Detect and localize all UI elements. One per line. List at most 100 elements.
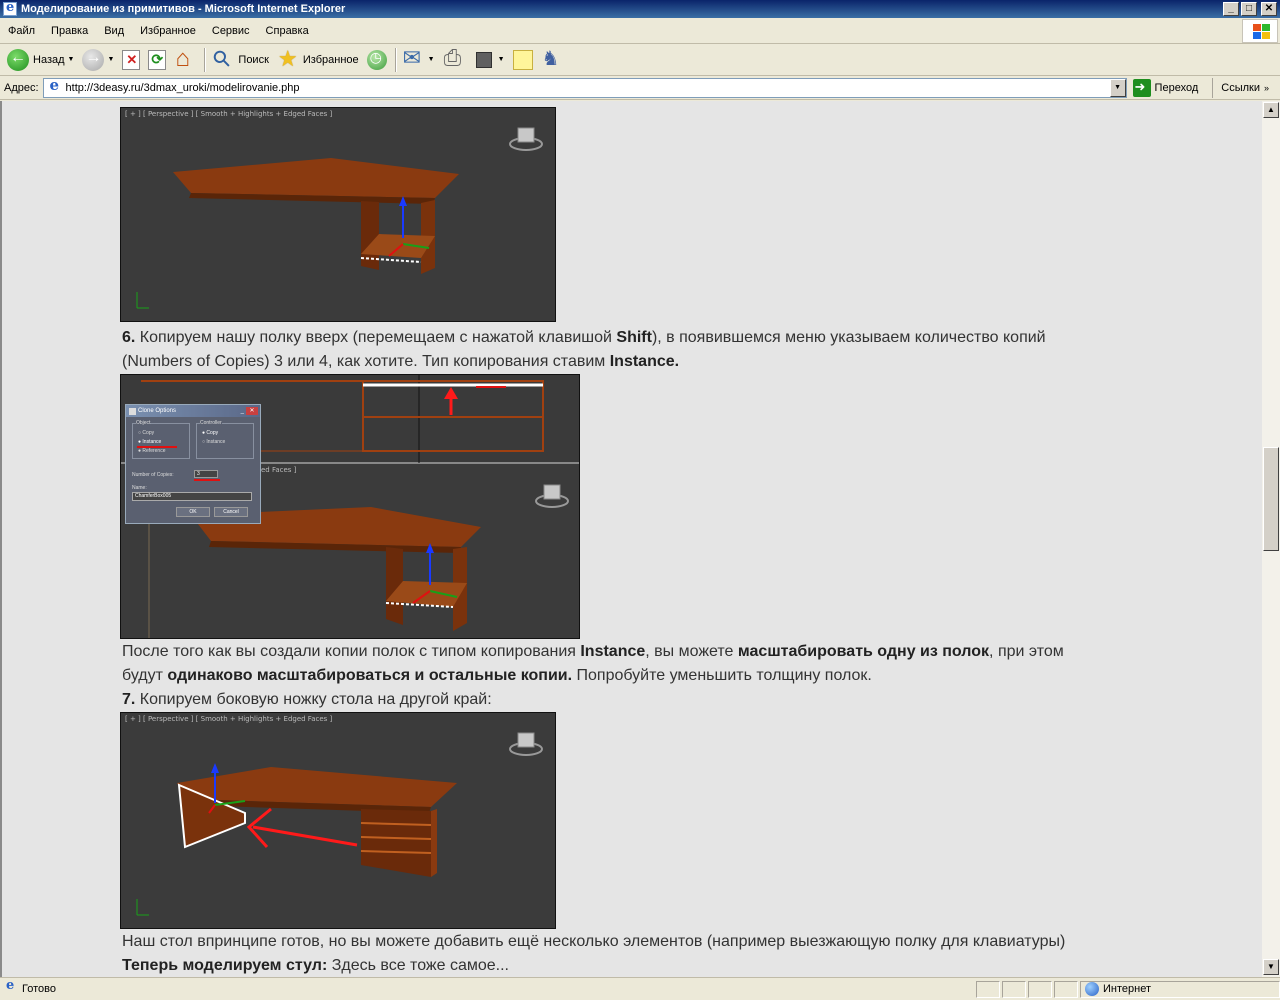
menu-edit[interactable]: Правка xyxy=(43,25,96,37)
opt-instance[interactable]: ● Instance xyxy=(138,439,161,445)
menu-view[interactable]: Вид xyxy=(96,25,132,37)
viewport-label-partial: ed Faces ] xyxy=(261,466,297,474)
stop-icon xyxy=(122,49,141,70)
after-bold-1: масштабировать одну из полок xyxy=(737,643,990,660)
refresh-button[interactable] xyxy=(145,47,169,73)
scroll-thumb[interactable] xyxy=(1263,447,1279,551)
viewcube-icon xyxy=(509,732,543,756)
discuss-button[interactable] xyxy=(510,47,536,73)
edit-button[interactable]: ▼ xyxy=(470,47,508,73)
messenger-button[interactable] xyxy=(538,46,566,73)
forward-button[interactable]: ▼ xyxy=(79,47,117,73)
screenshot-clone-options: ed Faces ] Clone Options _ ✕ Object ○ Co… xyxy=(120,374,580,639)
step6-instance: Instance. xyxy=(609,353,680,370)
step6-text-a: Копируем нашу полку вверх (перемещаем с … xyxy=(135,329,617,346)
close-button[interactable]: ✕ xyxy=(1261,2,1277,16)
step6-text-b: ), в появившемся меню указываем количест… xyxy=(651,329,1046,346)
zone-label: Интернет xyxy=(1103,983,1151,995)
forward-dropdown-icon[interactable]: ▼ xyxy=(107,56,114,63)
ctrl-instance[interactable]: ○ Instance xyxy=(202,439,225,445)
address-url[interactable]: http://3deasy.ru/3dmax_uroki/modelirovan… xyxy=(66,82,1110,94)
maximize-button[interactable]: □ xyxy=(1241,2,1257,16)
step6-line1: 6. Копируем нашу полку вверх (перемещаем… xyxy=(122,326,1046,350)
favorites-button[interactable]: Избранное xyxy=(274,46,362,73)
step6-shift: Shift xyxy=(616,329,652,346)
links-chevron-icon[interactable]: » xyxy=(1264,83,1269,93)
dialog-ok-button[interactable]: OK xyxy=(176,507,210,517)
mail-dropdown-icon[interactable]: ▼ xyxy=(428,56,435,63)
dialog-cancel-button[interactable]: Cancel xyxy=(214,507,248,517)
dialog-icon xyxy=(129,407,136,415)
chair-text: Здесь все тоже самое... xyxy=(327,957,509,974)
menu-help[interactable]: Справка xyxy=(258,25,317,37)
after-text-b: , вы можете xyxy=(645,643,738,660)
home-icon xyxy=(174,45,196,73)
name-field[interactable]: ChamferBox005 xyxy=(132,492,252,501)
object-group-label: Object xyxy=(136,420,151,426)
viewcube-icon xyxy=(509,127,543,151)
controller-group-label: Controller xyxy=(200,420,222,426)
step7-line: 7. Копируем боковую ножку стола на друго… xyxy=(122,688,492,712)
print-icon xyxy=(443,45,465,71)
print-button[interactable] xyxy=(440,45,468,73)
status-pane xyxy=(1028,980,1052,998)
copies-spinner[interactable]: 3 xyxy=(194,470,218,478)
vertical-scrollbar[interactable]: ▲ ▼ xyxy=(1262,101,1280,977)
ie-icon xyxy=(3,0,17,16)
refresh-icon xyxy=(148,49,167,70)
mail-button[interactable]: ▼ xyxy=(400,45,438,73)
windows-logo-icon xyxy=(1242,19,1278,43)
address-input[interactable]: http://3deasy.ru/3dmax_uroki/modelirovan… xyxy=(42,76,1127,98)
history-button[interactable] xyxy=(364,47,390,73)
back-arrow-icon xyxy=(7,48,29,71)
table-leg-render xyxy=(136,732,543,916)
note-icon xyxy=(512,49,533,70)
after-text-a: После того как вы создали копии полок с … xyxy=(122,643,581,660)
ctrl-copy[interactable]: ● Copy xyxy=(202,430,218,436)
copies-underline xyxy=(194,479,220,481)
object-group: Object ○ Copy ● Instance ● Reference xyxy=(132,420,190,459)
minimize-button[interactable]: _ xyxy=(1223,2,1239,16)
standard-toolbar: Назад ▼ ▼ Поиск Избранное ▼ ▼ xyxy=(0,44,1280,76)
forward-arrow-icon xyxy=(82,48,105,71)
back-dropdown-icon[interactable]: ▼ xyxy=(68,56,75,63)
back-button[interactable]: Назад ▼ xyxy=(4,47,77,73)
status-pane xyxy=(976,980,1000,998)
address-label: Адрес: xyxy=(4,81,39,94)
opt-copy[interactable]: ○ Copy xyxy=(138,430,154,436)
page-icon xyxy=(47,76,63,96)
history-icon xyxy=(366,49,387,70)
globe-icon xyxy=(1085,982,1099,996)
scroll-up-button[interactable]: ▲ xyxy=(1263,102,1279,118)
screenshot-table-leg-copy: [ + ] [ Perspective ] [ Smooth + Highlig… xyxy=(120,712,556,929)
chair-bold: Теперь моделируем стул: xyxy=(122,957,328,974)
toolbar-separator xyxy=(394,47,397,72)
dialog-minimize-icon: _ xyxy=(240,408,244,414)
screenshot-table-shelf: [ + ] [ Perspective ] [ Smooth + Highlig… xyxy=(120,107,556,322)
status-pane xyxy=(1002,980,1026,998)
final-paragraph: Наш стол впринципе готов, но вы можете д… xyxy=(122,933,1066,950)
go-button[interactable]: Переход xyxy=(1132,78,1198,97)
menu-file[interactable]: Файл xyxy=(0,25,43,37)
back-label: Назад xyxy=(33,53,65,66)
stop-button[interactable] xyxy=(119,47,143,73)
table-render xyxy=(136,127,543,309)
edit-dropdown-icon[interactable]: ▼ xyxy=(498,56,505,63)
home-button[interactable] xyxy=(171,45,199,73)
opt-reference[interactable]: ● Reference xyxy=(138,448,166,454)
go-arrow-icon xyxy=(1132,78,1151,97)
links-button[interactable]: Ссылки xyxy=(1212,77,1260,98)
search-icon xyxy=(212,49,234,71)
dialog-close-icon: ✕ xyxy=(246,407,258,415)
address-dropdown-icon[interactable]: ▼ xyxy=(1109,78,1126,97)
menu-favorites[interactable]: Избранное xyxy=(132,25,204,37)
mail-icon xyxy=(403,45,425,71)
scroll-down-button[interactable]: ▼ xyxy=(1263,959,1279,975)
after-text-c: , при этом xyxy=(989,643,1064,660)
edit-icon xyxy=(475,51,492,68)
step6-line2-text: (Numbers of Copies) 3 или 4, как хотите.… xyxy=(122,353,610,370)
favorites-label: Избранное xyxy=(302,53,359,66)
menu-tools[interactable]: Сервис xyxy=(204,25,258,37)
search-button[interactable]: Поиск xyxy=(209,47,271,73)
after-instance: Instance xyxy=(580,643,646,660)
